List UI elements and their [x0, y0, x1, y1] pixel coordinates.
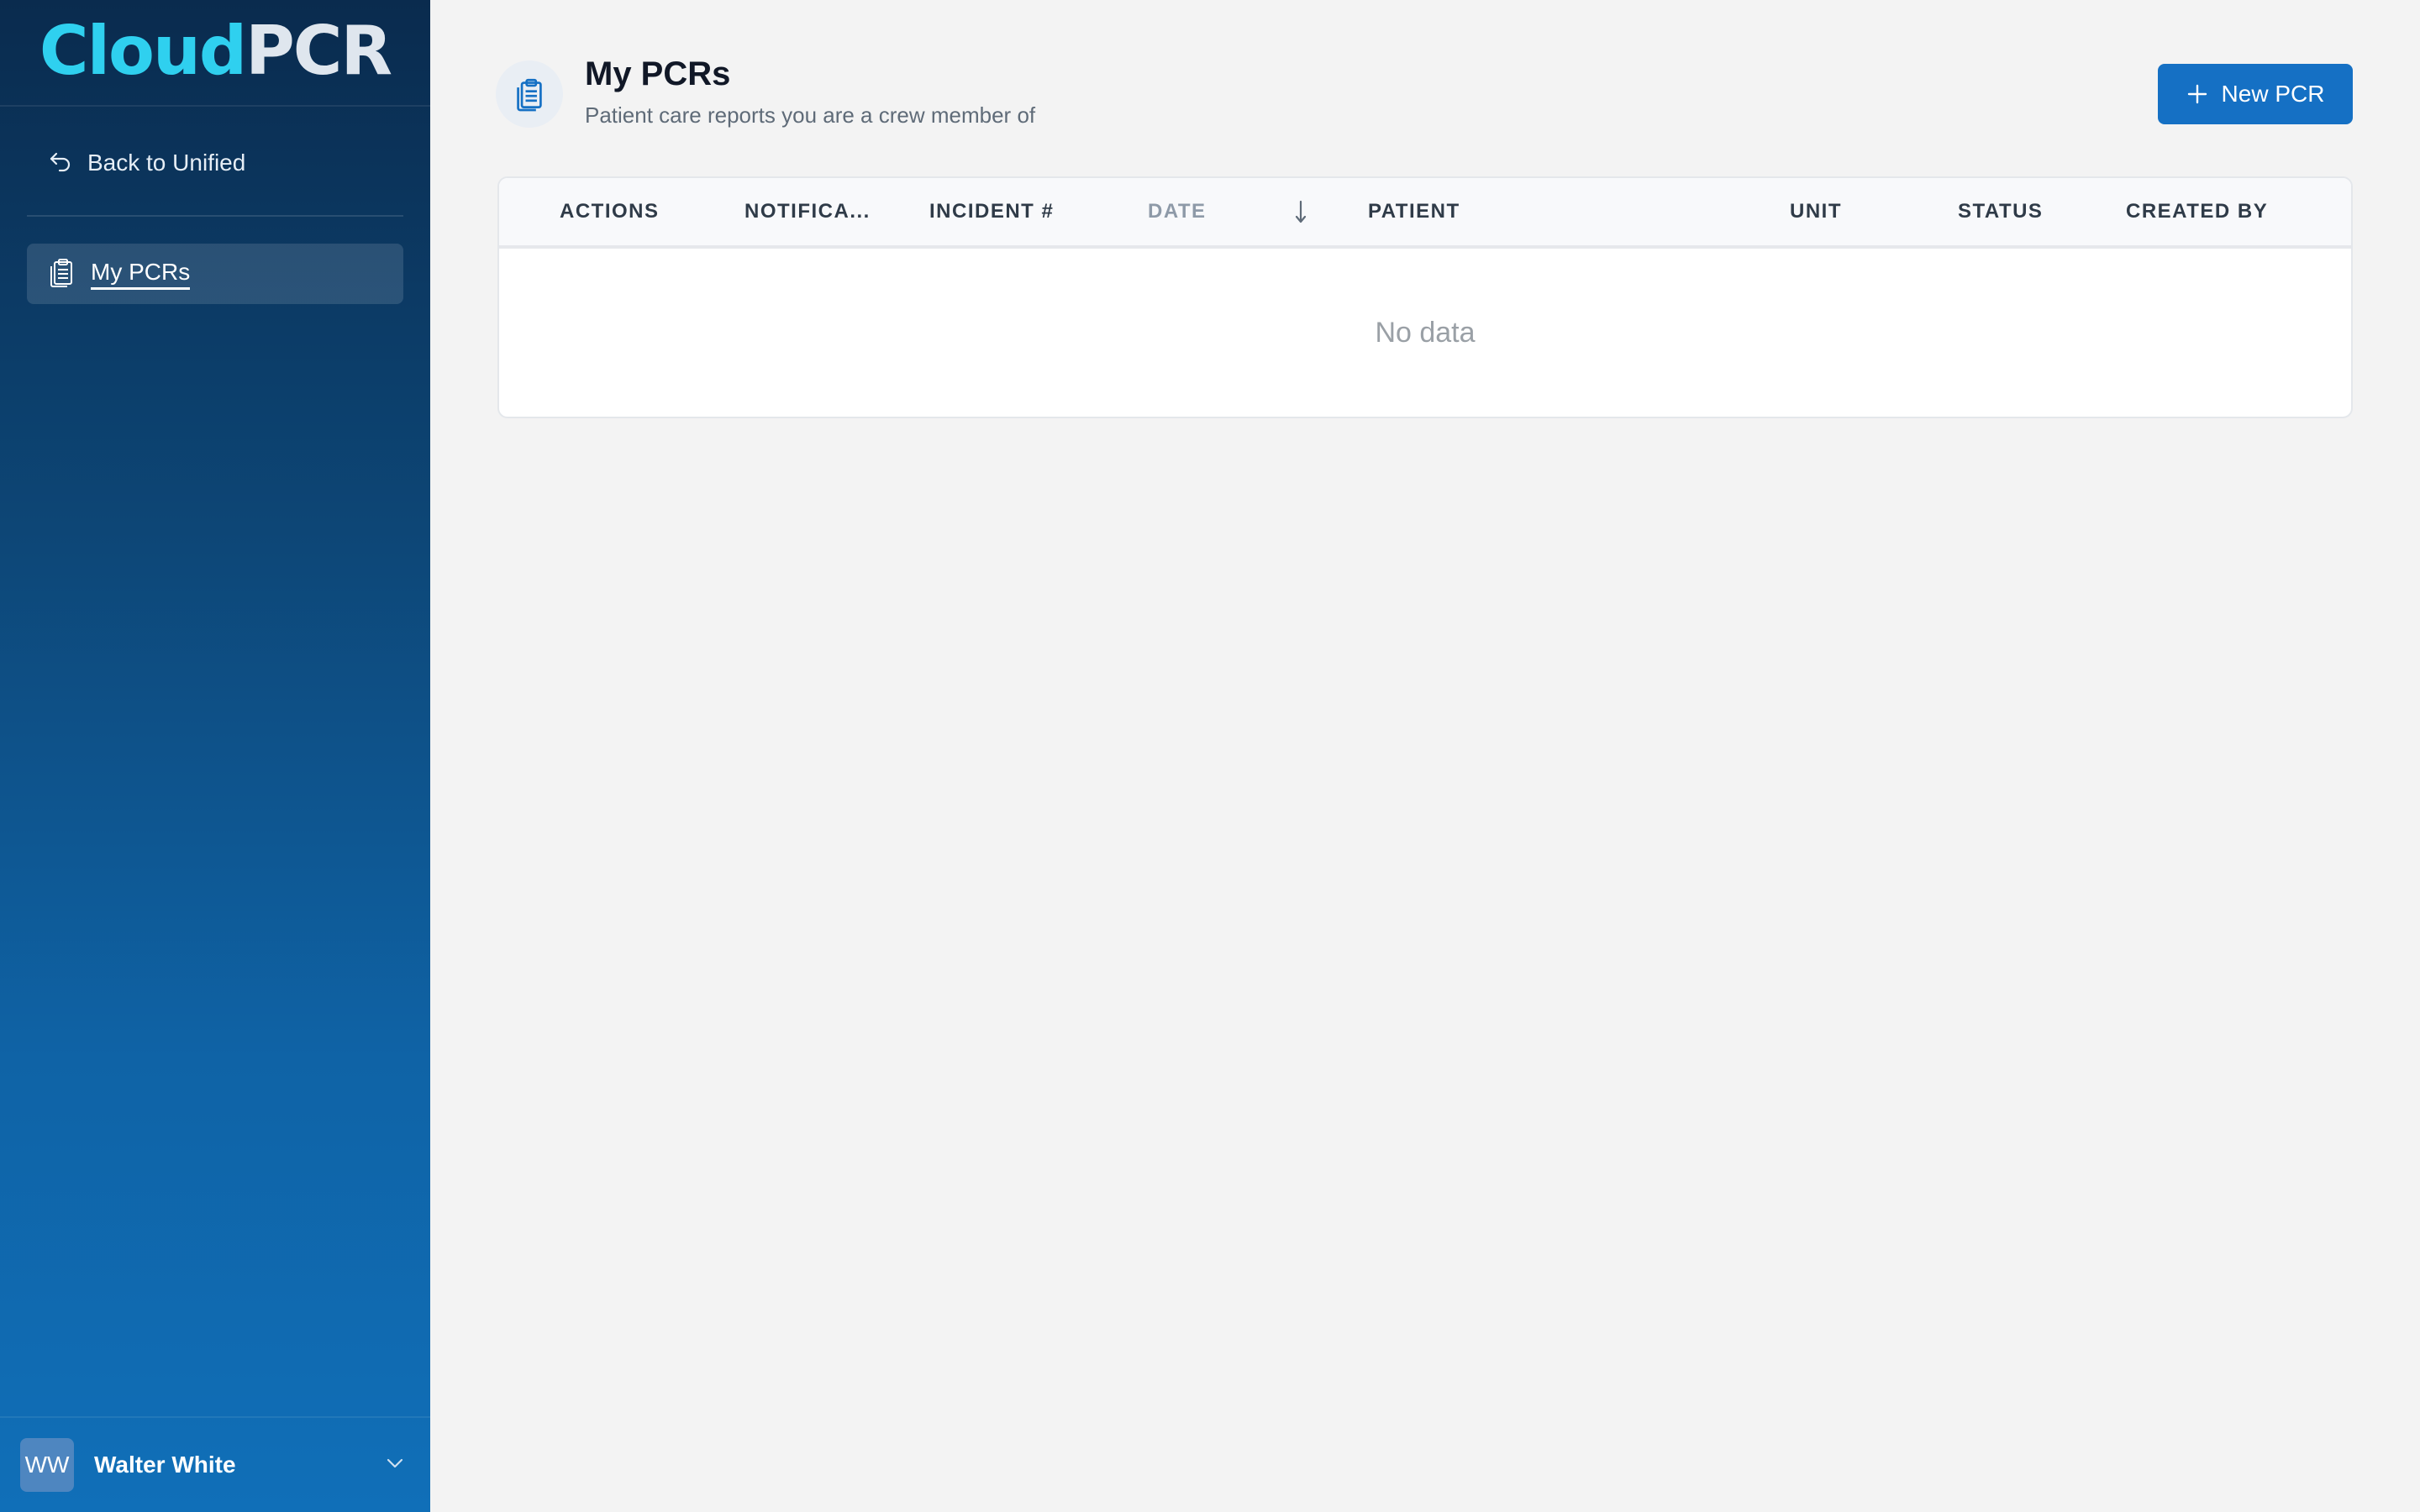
- new-pcr-button[interactable]: New PCR: [2158, 64, 2353, 124]
- back-to-unified-link[interactable]: Back to Unified: [47, 146, 245, 180]
- back-arrow-icon: [47, 147, 74, 180]
- column-header-date[interactable]: DATE: [1148, 178, 1207, 245]
- page-subtitle: Patient care reports you are a crew memb…: [585, 102, 1036, 128]
- pcr-table: ACTIONS NOTIFICA... INCIDENT # DATE PATI…: [497, 176, 2353, 418]
- sidebar-item-label: My PCRs: [91, 259, 191, 290]
- back-to-unified-label: Back to Unified: [87, 150, 246, 176]
- plus-icon: [2187, 84, 2207, 104]
- user-menu[interactable]: WW Walter White: [0, 1416, 430, 1512]
- user-name: Walter White: [94, 1452, 236, 1478]
- chevron-down-icon: [387, 1458, 403, 1468]
- new-pcr-label: New PCR: [2221, 81, 2325, 107]
- clipboard-icon: [47, 257, 76, 291]
- column-header-created-by[interactable]: CREATED BY: [2126, 178, 2268, 245]
- sort-descending-icon[interactable]: [1292, 198, 1309, 225]
- avatar: WW: [20, 1438, 74, 1492]
- sidebar-item-my-pcrs[interactable]: My PCRs: [27, 244, 403, 304]
- table-header: ACTIONS NOTIFICA... INCIDENT # DATE PATI…: [499, 178, 2351, 249]
- app-logo[interactable]: CloudPCR: [39, 17, 392, 85]
- empty-state-text: No data: [1375, 316, 1476, 349]
- sidebar: CloudPCR Back to Unified My PCRs WW Walt…: [0, 0, 430, 1512]
- column-header-actions[interactable]: ACTIONS: [560, 178, 660, 245]
- column-header-incident[interactable]: INCIDENT #: [929, 178, 1054, 245]
- column-header-notifications[interactable]: NOTIFICA...: [744, 178, 871, 245]
- column-header-patient[interactable]: PATIENT: [1368, 178, 1460, 245]
- page-title: My PCRs: [585, 55, 731, 92]
- logo-cloud-text: Cloud: [39, 11, 247, 90]
- page-header-icon: [496, 60, 563, 128]
- column-header-unit[interactable]: UNIT: [1790, 178, 1842, 245]
- clipboard-icon: [517, 78, 542, 112]
- column-header-status[interactable]: STATUS: [1958, 178, 2043, 245]
- logo-area: CloudPCR: [0, 0, 430, 107]
- sidebar-divider: [27, 215, 403, 217]
- logo-pcr-text: PCR: [245, 11, 392, 90]
